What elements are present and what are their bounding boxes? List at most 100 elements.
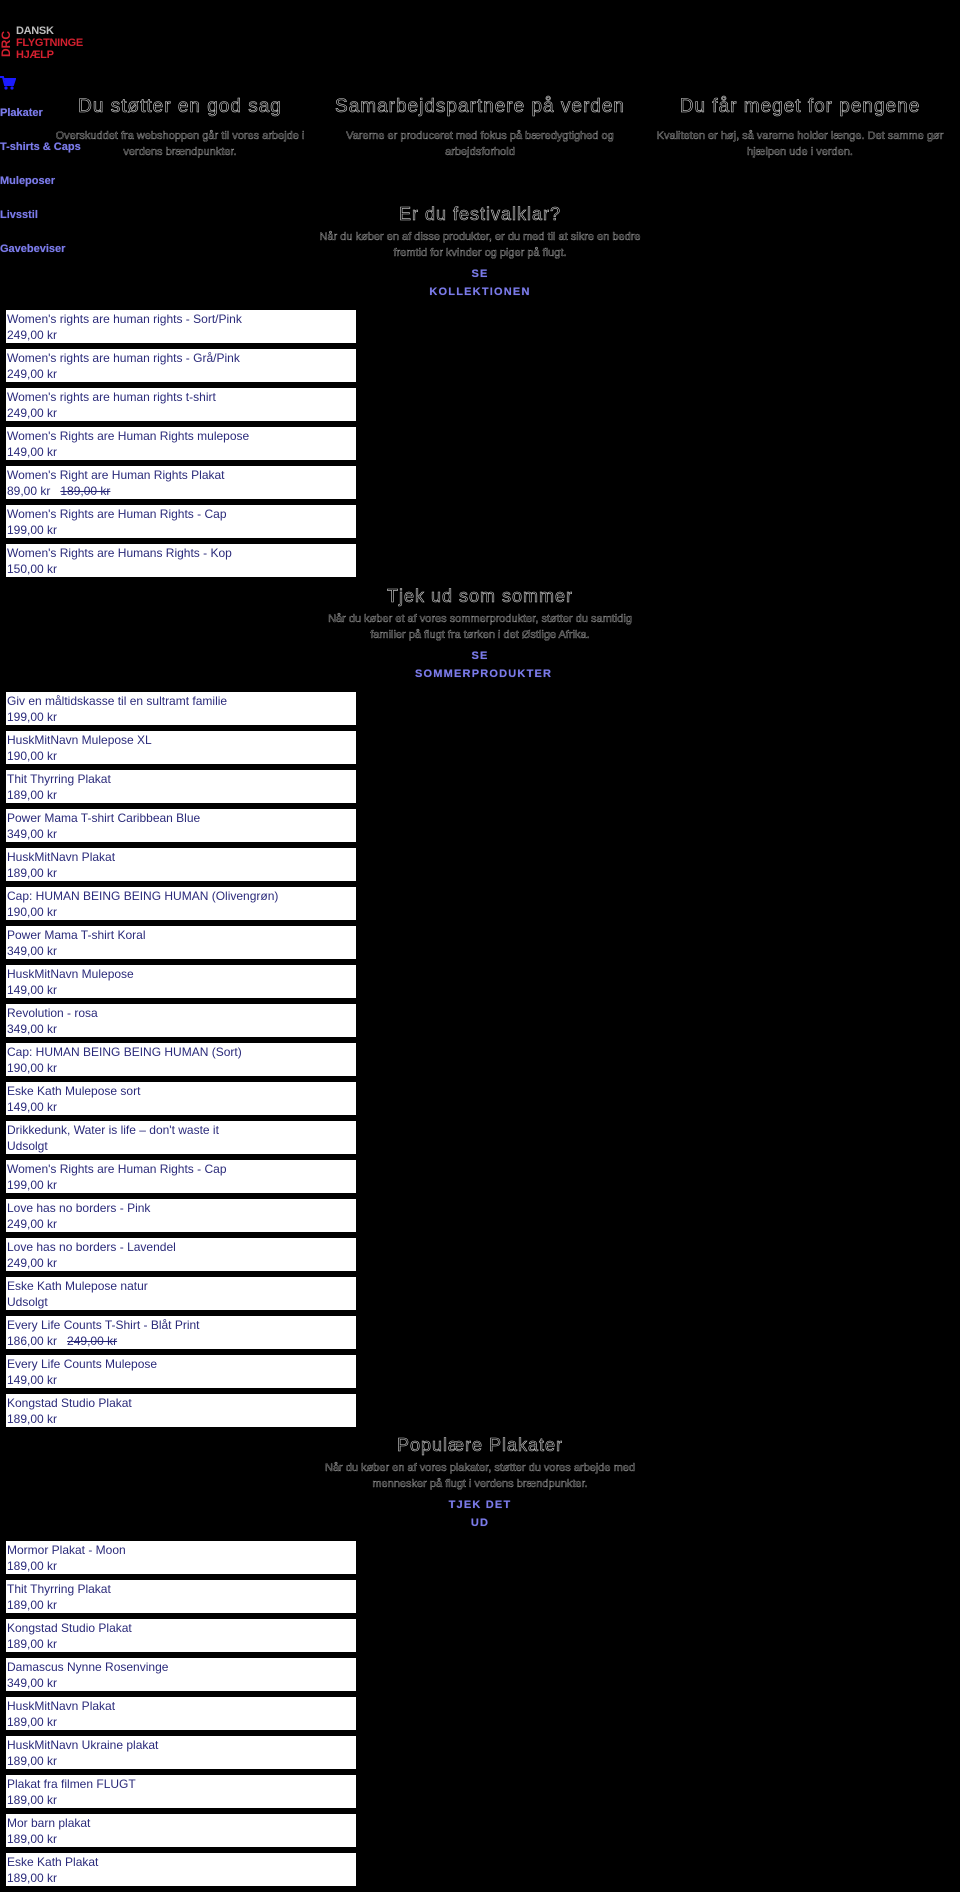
link-line-1: SE (471, 650, 489, 662)
product-name: Women's Right are Human Rights Plakat (7, 468, 225, 482)
product-card[interactable]: Women's Rights are Human Rights - Cap 199… (6, 1160, 356, 1193)
product-price: 149,00 kr (7, 1372, 356, 1388)
current-price: 199,00 kr (7, 710, 58, 724)
current-price: 349,00 kr (7, 1022, 58, 1036)
product-card[interactable]: Love has no borders - Lavendel 249,00 kr (6, 1238, 356, 1271)
product-card[interactable]: Women's rights are human rights - Sort/P… (6, 310, 356, 343)
feature-text: Overskuddet fra webshoppen går til vores… (55, 130, 305, 158)
current-price: 149,00 kr (7, 445, 58, 459)
product-card[interactable]: Women's rights are human rights - Grå/Pi… (6, 349, 356, 382)
product-name: Women's Rights are Human Rights - Cap (7, 507, 227, 521)
product-card[interactable]: Plakat fra filmen FLUGT 189,00 kr (6, 1775, 356, 1808)
product-price: Udsolgt (7, 1294, 356, 1310)
current-price: 189,00 kr (7, 1715, 58, 1729)
product-card[interactable]: Women's Rights are Humans Rights - Kop 15… (6, 544, 356, 577)
product-card[interactable]: Thit Thyrring Plakat 189,00 kr (6, 1580, 356, 1613)
current-price: 189,00 kr (7, 1754, 58, 1768)
product-card[interactable]: Mormor Plakat - Moon 189,00 kr (6, 1541, 356, 1574)
product-name: Every Life Counts Mulepose (7, 1357, 158, 1371)
current-price: 149,00 kr (7, 1373, 58, 1387)
product-card[interactable]: Every Life Counts T-Shirt - Blåt Print 18… (6, 1316, 356, 1349)
current-price: 199,00 kr (7, 1178, 58, 1192)
product-name: Every Life Counts T-Shirt - Blåt Print (7, 1318, 200, 1332)
feature-partners: Samarbejdspartnere på verden Varerne er … (320, 96, 640, 160)
product-card[interactable]: Eske Kath Mulepose sort 149,00 kr (6, 1082, 356, 1115)
current-price: 89,00 kr (7, 484, 51, 498)
product-card[interactable]: Kongstad Studio Plakat 189,00 kr (6, 1619, 356, 1652)
product-card[interactable]: HuskMitNavn Plakat 189,00 kr (6, 1697, 356, 1730)
product-card[interactable]: Women's Rights are Human Rights mulepose… (6, 427, 356, 460)
product-name: Love has no borders - Lavendel (7, 1240, 176, 1254)
product-list-festival: Women's rights are human rights - Sort/P… (6, 310, 356, 583)
feature-text: Varerne er produceret med fokus på bæred… (346, 130, 614, 158)
shopping-cart-icon[interactable] (0, 76, 17, 90)
product-name: HuskMitNavn Mulepose (7, 967, 134, 981)
current-price: 190,00 kr (7, 749, 58, 763)
product-card[interactable]: Women's rights are human rights t-shirt 2… (6, 388, 356, 421)
feature-title: Samarbejdspartnere på verden (335, 96, 625, 118)
section-text: Når du køber en af vores plakater, støtt… (325, 1462, 635, 1490)
product-name: Women's Rights are Human Rights mulepose (7, 429, 250, 443)
product-name: Women's rights are human rights - Grå/Pi… (7, 351, 240, 365)
original-price: 189,00 kr (60, 484, 111, 498)
product-name: Mormor Plakat - Moon (7, 1543, 126, 1557)
product-card[interactable]: Eske Kath Mulepose natur Udsolgt (6, 1277, 356, 1310)
product-card[interactable]: Women's Right are Human Rights Plakat 89,… (6, 466, 356, 499)
product-card[interactable]: Damascus Nynne Rosenvinge 349,00 kr (6, 1658, 356, 1691)
current-price: 189,00 kr (7, 1793, 58, 1807)
product-card[interactable]: HuskMitNavn Ukraine plakat 189,00 kr (6, 1736, 356, 1769)
nav-item-livsstil[interactable]: Livsstil (0, 208, 81, 242)
current-price: 249,00 kr (7, 1256, 58, 1270)
product-card[interactable]: Women's Rights are Human Rights - Cap 199… (6, 505, 356, 538)
product-price: 349,00 kr (7, 1675, 356, 1691)
check-it-out-link[interactable]: TJEK DET UD (415, 1496, 545, 1532)
product-name: Power Mama T-shirt Caribbean Blue (7, 811, 201, 825)
product-card[interactable]: Power Mama T-shirt Caribbean Blue 349,00 … (6, 809, 356, 842)
link-line-2: UD (470, 1517, 490, 1529)
product-card[interactable]: Giv en måltidskasse til en sultramt fami… (6, 692, 356, 725)
current-price: 249,00 kr (7, 328, 58, 342)
product-card[interactable]: Eske Kath Plakat 189,00 kr (6, 1853, 356, 1886)
product-card[interactable]: Revolution - rosa 349,00 kr (6, 1004, 356, 1037)
product-card[interactable]: Cap: HUMAN BEING BEING HUMAN (Sort) 190,0… (6, 1043, 356, 1076)
nav-item-gavebeviser[interactable]: Gavebeviser (0, 242, 81, 276)
product-price: 249,00 kr (7, 366, 356, 382)
logo-wordmark: DANSK FLYGTNINGE HJÆLP (16, 25, 83, 61)
product-card[interactable]: Cap: HUMAN BEING BEING HUMAN (Olivengrøn… (6, 887, 356, 920)
product-price: 150,00 kr (7, 561, 356, 577)
product-name: Mor barn plakat (7, 1816, 91, 1830)
product-card[interactable]: Drikkedunk, Water is life – don't waste … (6, 1121, 356, 1154)
product-price: 189,00 kr (7, 1870, 356, 1886)
product-card[interactable]: Kongstad Studio Plakat 189,00 kr (6, 1394, 356, 1427)
product-name: Love has no borders - Pink (7, 1201, 151, 1215)
product-name: HuskMitNavn Plakat (7, 1699, 116, 1713)
product-card[interactable]: Love has no borders - Pink 249,00 kr (6, 1199, 356, 1232)
see-summer-products-link[interactable]: SE SOMMERPRODUKTER (415, 647, 551, 683)
product-price: 249,00 kr (7, 405, 356, 421)
product-price: 189,00 kr (7, 1558, 356, 1574)
product-card[interactable]: Thit Thyrring Plakat 189,00 kr (6, 770, 356, 803)
product-price: 149,00 kr (7, 982, 356, 998)
nav-item-muleposer[interactable]: Muleposer (0, 174, 81, 208)
product-card[interactable]: Power Mama T-shirt Koral 349,00 kr (6, 926, 356, 959)
product-price: 189,00 kr (7, 1753, 356, 1769)
product-price: 189,00 kr (7, 1714, 356, 1730)
product-price: 349,00 kr (7, 943, 356, 959)
product-card[interactable]: HuskMitNavn Mulepose XL 190,00 kr (6, 731, 356, 764)
product-price: 189,00 kr (7, 1792, 356, 1808)
product-card[interactable]: HuskMitNavn Plakat 189,00 kr (6, 848, 356, 881)
product-price: 189,00 kr (7, 1831, 356, 1847)
product-price: 199,00 kr (7, 1177, 356, 1193)
section-text: Når du køber et af vores sommerprodukter… (328, 613, 632, 641)
product-card[interactable]: HuskMitNavn Mulepose 149,00 kr (6, 965, 356, 998)
product-name: HuskMitNavn Ukraine plakat (7, 1738, 159, 1752)
see-collection-link[interactable]: SE KOLLEKTIONEN (415, 265, 545, 301)
product-name: Women's Rights are Human Rights - Cap (7, 1162, 227, 1176)
product-card[interactable]: Every Life Counts Mulepose 149,00 kr (6, 1355, 356, 1388)
product-name: Women's rights are human rights - Sort/P… (7, 312, 242, 326)
section-title: Er du festivalklar? (398, 204, 562, 225)
product-name: Giv en måltidskasse til en sultramt fami… (7, 694, 228, 708)
product-card[interactable]: Mor barn plakat 189,00 kr (6, 1814, 356, 1847)
product-name: Cap: HUMAN BEING BEING HUMAN (Sort) (7, 1045, 242, 1059)
drc-logo[interactable]: DRC DANSK FLYGTNINGE HJÆLP (0, 24, 92, 64)
